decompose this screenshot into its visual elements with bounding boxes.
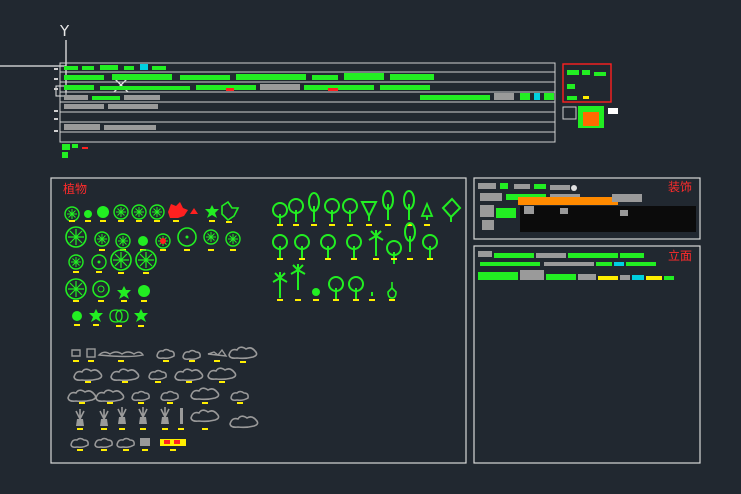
label-marks-elev-3	[277, 299, 395, 301]
label-marks-elev-2	[277, 258, 433, 260]
highlight-block[interactable]	[562, 63, 618, 128]
plant-plan-row-4[interactable]	[65, 278, 150, 300]
decoration-panel-title: 装饰	[668, 180, 693, 194]
shrub-outline-icon[interactable]	[71, 349, 81, 357]
y-axis-label: Y	[60, 22, 70, 40]
plant-plan-row-5[interactable]	[72, 309, 148, 323]
label-marks-row-1	[69, 220, 232, 223]
label-marks-row-5	[74, 324, 144, 327]
decoration-symbols[interactable]	[478, 183, 696, 232]
plant-plan-row-1[interactable]	[84, 200, 240, 222]
label-marks-shrubs	[73, 360, 246, 451]
tree-elevation-row-1[interactable]	[288, 190, 462, 223]
plants-panel-title: 植物	[63, 182, 88, 196]
decoration-panel[interactable]	[473, 177, 701, 240]
label-marks-row-4	[73, 300, 147, 302]
tree-elevation-row-2[interactable]	[272, 222, 438, 265]
elevation-panel[interactable]	[473, 245, 701, 464]
overview-strip[interactable]	[54, 62, 556, 158]
shrub-outline-rows[interactable]	[67, 346, 259, 448]
tree-plan-icon[interactable]	[64, 206, 80, 222]
drawing-canvas[interactable]	[0, 0, 741, 494]
plants-panel[interactable]	[50, 177, 467, 464]
tree-elevation-row-3[interactable]	[272, 263, 397, 301]
label-marks-row-3	[73, 271, 149, 274]
tree-elevation-icon[interactable]	[272, 202, 288, 227]
plant-plan-row-3[interactable]	[68, 249, 157, 271]
elevation-panel-title: 立面	[668, 249, 693, 263]
plant-plan-row-2[interactable]	[65, 226, 241, 249]
elevation-symbols[interactable]	[478, 251, 674, 280]
